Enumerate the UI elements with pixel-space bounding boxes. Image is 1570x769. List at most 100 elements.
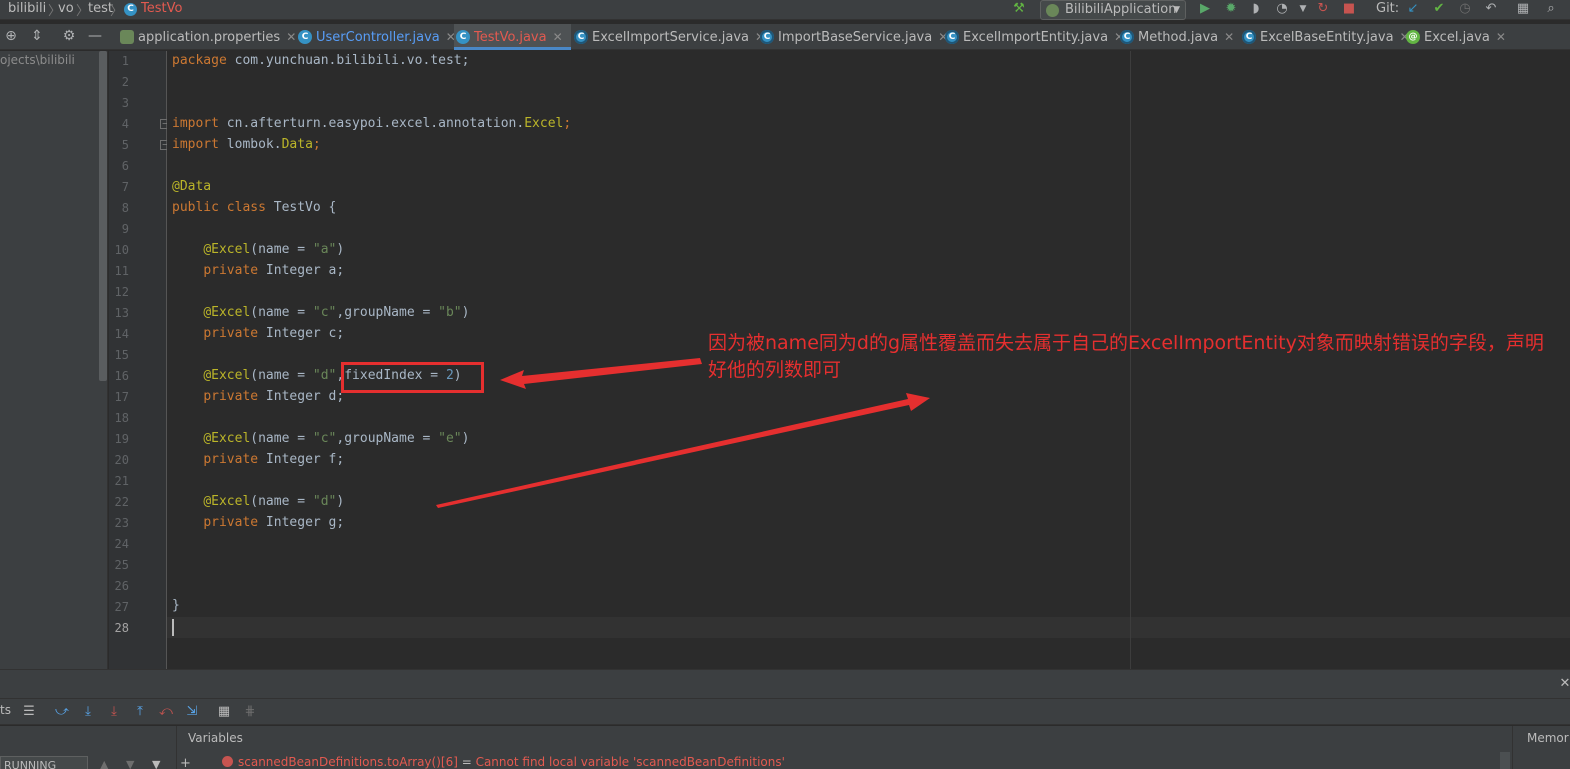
variable-row[interactable]: scannedBeanDefinitions.toArray()[6] = Ca… (222, 755, 785, 769)
variables-scrollbar[interactable] (1500, 752, 1510, 769)
class-icon: C (298, 30, 312, 44)
breadcrumb-testvo[interactable]: TestVo (141, 1, 182, 16)
close-icon[interactable]: ✕ (1496, 30, 1506, 44)
annotation-icon: @ (1406, 30, 1420, 44)
readonly-class-icon: C (945, 30, 959, 44)
code-line-4: import cn.afterturn.easypoi.excel.annota… (172, 116, 572, 131)
trace-icon[interactable]: ⋕ (241, 703, 259, 721)
rerun-icon[interactable]: ↻ (1314, 0, 1332, 18)
run-icon[interactable]: ▶ (1196, 0, 1214, 18)
memory-tab[interactable]: Memor (1527, 731, 1569, 745)
memory-panel: Memor (1512, 726, 1570, 769)
close-icon[interactable]: ✕ (1224, 30, 1234, 44)
tab-testvo[interactable]: C TestVo.java ✕ (454, 24, 571, 50)
search-everywhere-icon[interactable]: ⌕ (1542, 0, 1560, 18)
tab-excelimportentity[interactable]: C ExcelImportEntity.java✕ (943, 24, 1124, 50)
readonly-class-icon: C (1120, 30, 1134, 44)
line-number: 22 (114, 495, 129, 509)
project-structure-icon[interactable]: ▦ (1514, 0, 1532, 18)
code-line-17: private Integer d; (203, 389, 345, 404)
line-number: 3 (121, 96, 129, 110)
minimize-icon[interactable]: — (86, 27, 104, 45)
properties-file-icon (120, 30, 134, 44)
tab-excel[interactable]: @ Excel.java ✕ (1404, 24, 1506, 50)
drop-frame-icon[interactable]: ⤺ (157, 703, 175, 721)
line-number: 20 (114, 453, 129, 467)
line-number: 26 (114, 579, 129, 593)
line-number: 28 (114, 621, 129, 635)
code-line-22: @Excel(name = "d") (203, 494, 345, 509)
tab-excelbaseentity[interactable]: C ExcelBaseEntity.java ✕ (1240, 24, 1410, 50)
collapse-icon[interactable]: ⇕ (28, 27, 46, 45)
debug-panel-header: ✕ (0, 669, 1570, 699)
tab-method[interactable]: C Method.java ✕ (1118, 24, 1234, 50)
project-scrollbar[interactable] (99, 51, 107, 381)
profile-icon[interactable]: ◔ (1273, 0, 1291, 18)
debug-icon[interactable]: ✹ (1222, 0, 1240, 18)
line-number: 25 (114, 558, 129, 572)
close-icon[interactable]: ✕ (553, 30, 563, 44)
tab-application-properties[interactable]: application.properties ✕ (118, 24, 296, 50)
line-number: 12 (114, 285, 129, 299)
line-number: 8 (121, 201, 129, 215)
breadcrumb-vo[interactable]: vo (58, 1, 74, 16)
up-arrow-icon[interactable]: ▲ (100, 758, 108, 769)
project-panel: ojects\bilibili (0, 51, 108, 669)
frames-panel: RUNNING ▲ ▼ ▼ (0, 726, 177, 769)
menu-icon[interactable]: ☰ (20, 703, 38, 721)
debug-body: RUNNING ▲ ▼ ▼ + Variables scannedBeanDef… (0, 726, 1570, 769)
error-icon (222, 756, 233, 767)
line-number: 9 (121, 222, 129, 236)
line-number: 10 (114, 243, 129, 257)
line-number: 11 (114, 264, 129, 278)
breadcrumb-bilibili[interactable]: bilibili (8, 1, 46, 16)
chevron-down-icon[interactable]: ▼ (1294, 0, 1312, 18)
line-number: 13 (114, 306, 129, 320)
git-update-icon[interactable]: ↙ (1404, 0, 1422, 18)
spring-boot-icon (1046, 4, 1059, 17)
current-line-highlight (167, 617, 1570, 638)
close-icon[interactable]: ✕ (286, 30, 296, 44)
evaluate-expression-icon[interactable]: ▦ (215, 703, 233, 721)
line-number: 17 (114, 390, 129, 404)
debug-tab-label[interactable]: ts (0, 703, 11, 717)
code-line-13: @Excel(name = "c",groupName = "b") (203, 305, 470, 320)
down-arrow-icon[interactable]: ▼ (126, 758, 134, 769)
revert-icon[interactable]: ↶ (1482, 0, 1500, 18)
add-icon[interactable]: + (180, 756, 191, 769)
project-path[interactable]: ojects\bilibili (0, 53, 75, 67)
step-out-icon[interactable]: ⤒ (131, 703, 149, 721)
thread-select[interactable]: RUNNING (0, 756, 88, 769)
code-line-19: @Excel(name = "c",groupName = "e") (203, 431, 470, 446)
code-line-5: import lombok.Data; (172, 137, 321, 152)
crosshair-icon[interactable]: ⊕ (2, 27, 20, 45)
class-icon: C (456, 30, 470, 44)
readonly-class-icon: C (574, 30, 588, 44)
line-number: 23 (114, 516, 129, 530)
tab-excelimportservice[interactable]: C ExcelImportService.java✕ (572, 24, 765, 50)
filter-icon[interactable]: ▼ (152, 758, 160, 769)
step-over-icon[interactable]: ⤓ (79, 703, 97, 721)
coverage-icon[interactable]: ◗ (1247, 0, 1265, 18)
build-hammer-icon[interactable]: ⚒ (1010, 0, 1028, 18)
close-icon[interactable]: ✕ (1556, 675, 1570, 693)
run-configuration-select[interactable]: BilibiliApplication ▼ (1040, 0, 1186, 20)
class-icon: C (124, 3, 137, 16)
git-commit-icon[interactable]: ✔ (1430, 0, 1448, 18)
tab-importbaseservice[interactable]: C ImportBaseService.java ✕ (758, 24, 948, 50)
line-number: 5 (121, 138, 129, 152)
tab-usercontroller[interactable]: C UserController.java ✕ (296, 24, 456, 50)
code-line-14: private Integer c; (203, 326, 345, 341)
stop-icon[interactable]: ■ (1340, 0, 1358, 18)
show-execution-point-icon[interactable]: ⤻ (53, 703, 71, 721)
step-into-icon[interactable]: ⤓ (105, 703, 123, 721)
code-line-1: package com.yunchuan.bilibili.vo.test; (172, 53, 470, 68)
readonly-class-icon: C (1242, 30, 1256, 44)
breadcrumb-separator: 〉 (110, 4, 124, 19)
run-to-cursor-icon[interactable]: ⇲ (183, 703, 201, 721)
line-number: 4 (121, 117, 129, 131)
history-icon[interactable]: ◷ (1456, 0, 1474, 18)
debug-toolbar: ts ☰ ⤻ ⤓ ⤓ ⤒ ⤺ ⇲ ▦ ⋕ (0, 699, 1570, 725)
line-number: 24 (114, 537, 129, 551)
gear-icon[interactable]: ⚙ (60, 27, 78, 45)
